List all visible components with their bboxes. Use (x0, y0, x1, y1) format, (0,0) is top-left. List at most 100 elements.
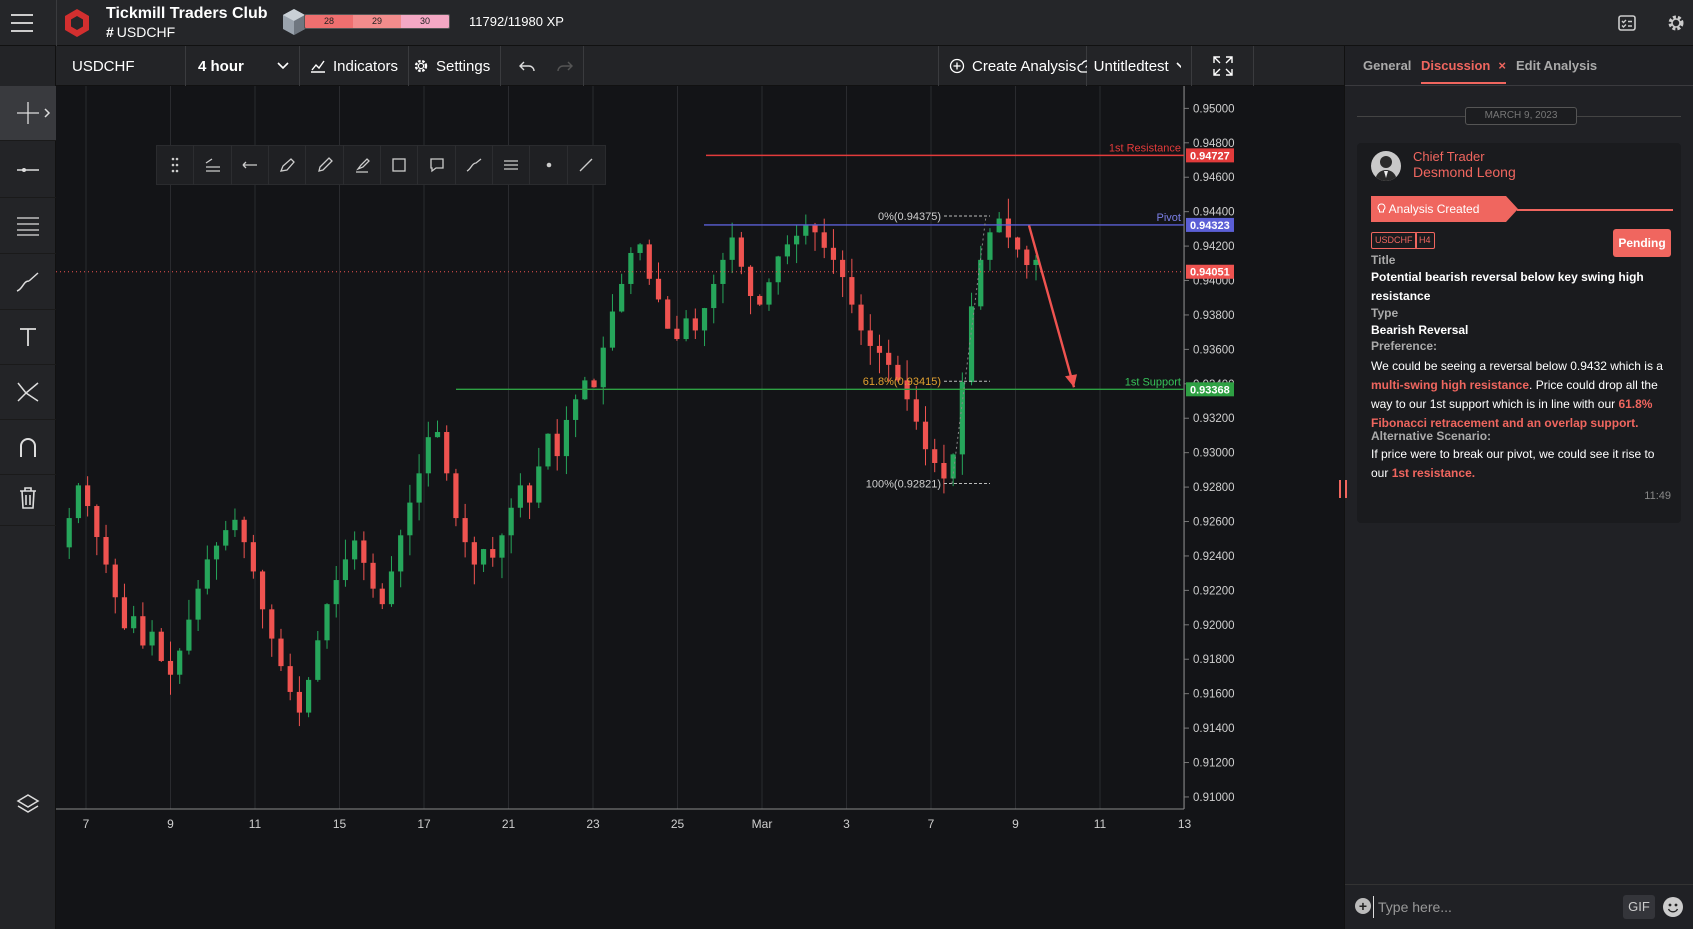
chart-area[interactable]: 7 9 11 15 17 21 23 25 Mar 3 7 9 11 13 0.95000 0.94800 0.… (56, 86, 1344, 929)
tab-general[interactable]: General (1363, 58, 1411, 73)
y-tick-label: 0.92400 (1193, 551, 1235, 563)
message-input[interactable] (1373, 896, 1588, 918)
x-tick-label: 7 (83, 817, 90, 831)
text-icon (20, 328, 36, 346)
gear-icon[interactable] (1666, 13, 1686, 33)
level-price-label: 0.94051 (1190, 267, 1230, 279)
timeframe-tag: H4 (1415, 232, 1435, 249)
add-circle-icon (949, 58, 965, 74)
candle-body (628, 252, 634, 284)
pencil-icon[interactable] (269, 145, 307, 185)
crosshair-tool[interactable] (0, 86, 56, 141)
pattern-icon (17, 382, 39, 402)
candle-body (978, 259, 984, 307)
gear-icon (414, 59, 428, 73)
candle-body (794, 235, 800, 245)
text-tool[interactable] (0, 310, 56, 365)
x-tick-label: 23 (586, 817, 600, 831)
fullscreen-button[interactable] (1192, 46, 1254, 86)
candle-body (573, 399, 579, 420)
x-tick-label: 15 (333, 817, 347, 831)
tab-edit-analysis[interactable]: Edit Analysis (1516, 58, 1597, 73)
y-tick-label: 0.93800 (1193, 310, 1235, 322)
magnet-tool[interactable] (0, 420, 56, 475)
trend-tools-icon[interactable] (194, 145, 232, 185)
candle-body (131, 616, 137, 629)
undo-button[interactable] (509, 46, 545, 86)
redo-button[interactable] (547, 46, 584, 86)
horizontal-ray-icon[interactable] (232, 145, 270, 185)
tab-discussion[interactable]: Discussion × (1421, 58, 1506, 84)
delete-tool[interactable] (0, 471, 56, 526)
candle-body (499, 535, 505, 558)
candle-body (766, 282, 772, 305)
create-analysis-button[interactable]: Create Analysis (938, 46, 1088, 86)
candle-body (444, 432, 450, 474)
price-chart[interactable]: 7 9 11 15 17 21 23 25 Mar 3 7 9 11 130.950000.948000.… (56, 86, 1344, 929)
symbol-search[interactable]: USDCHF (56, 46, 186, 86)
layers-tool[interactable] (0, 776, 56, 831)
candle-body (112, 564, 118, 598)
y-tick-label: 0.93600 (1193, 344, 1235, 356)
settings-button[interactable]: Settings (403, 46, 502, 86)
candle-body (646, 244, 652, 279)
candle-body (379, 588, 385, 605)
candle-body (1005, 218, 1011, 238)
pattern-tool[interactable] (0, 365, 56, 420)
checklist-icon[interactable] (1617, 13, 1637, 33)
candle-body (204, 559, 210, 589)
callout-icon[interactable] (418, 145, 456, 185)
candle-body (158, 631, 164, 661)
alternative-label: Alternative Scenario: (1371, 429, 1492, 443)
rectangle-icon[interactable] (381, 145, 419, 185)
y-tick-label: 0.94800 (1193, 138, 1235, 150)
indicators-button[interactable]: Indicators (300, 46, 410, 86)
drag-handle-icon[interactable] (157, 145, 195, 185)
candle-body (425, 437, 431, 474)
dot-icon[interactable] (530, 145, 568, 185)
author-name[interactable]: Desmond Leong (1413, 164, 1516, 180)
divider (1357, 116, 1465, 117)
interval-select[interactable]: 4 hour (186, 46, 300, 86)
message-time: 11:49 (1644, 490, 1671, 502)
panel-resize-handle[interactable] (1339, 480, 1347, 498)
y-tick-label: 0.91400 (1193, 723, 1235, 735)
candle-body (103, 537, 109, 565)
close-icon[interactable]: × (1498, 58, 1506, 73)
message-composer: + GIF (1345, 884, 1693, 929)
x-tick-label: 11 (1094, 817, 1107, 831)
indicators-label: Indicators (333, 57, 399, 75)
candle-body (1024, 249, 1030, 266)
candle-body (701, 308, 708, 331)
brush-icon[interactable] (306, 145, 344, 185)
emoji-icon[interactable] (1663, 897, 1683, 917)
gif-button[interactable]: GIF (1623, 895, 1655, 919)
add-attachment-icon[interactable]: + (1355, 898, 1371, 914)
candle-body (490, 549, 496, 558)
candle-body (563, 419, 570, 457)
candle-body (370, 562, 376, 589)
x-tick-label: 11 (249, 817, 262, 831)
candle-body (213, 545, 220, 560)
candle-body (876, 345, 883, 353)
line-icon[interactable] (568, 145, 605, 185)
horizontal-line-tool[interactable] (0, 143, 56, 198)
redo-icon (557, 61, 573, 72)
candle-body (729, 237, 735, 260)
candle-body (315, 640, 321, 680)
divider (56, 0, 57, 46)
chevron-right-icon (44, 108, 51, 118)
menu-icon[interactable] (11, 14, 33, 32)
channel-name[interactable]: # USDCHF (106, 24, 175, 40)
candle-body (416, 473, 422, 503)
candle-body (637, 244, 643, 253)
fib-level-label: 100%(0.92821) (866, 478, 941, 490)
highlighter-icon[interactable] (344, 145, 382, 185)
parallel-channel-icon[interactable] (493, 145, 531, 185)
path-icon[interactable] (456, 145, 494, 185)
candle-body (886, 352, 892, 365)
avatar (1371, 151, 1401, 181)
layout-menu[interactable]: Untitledtest (1067, 46, 1192, 86)
brush-tool[interactable] (0, 255, 56, 310)
fib-levels-tool[interactable] (0, 199, 56, 254)
